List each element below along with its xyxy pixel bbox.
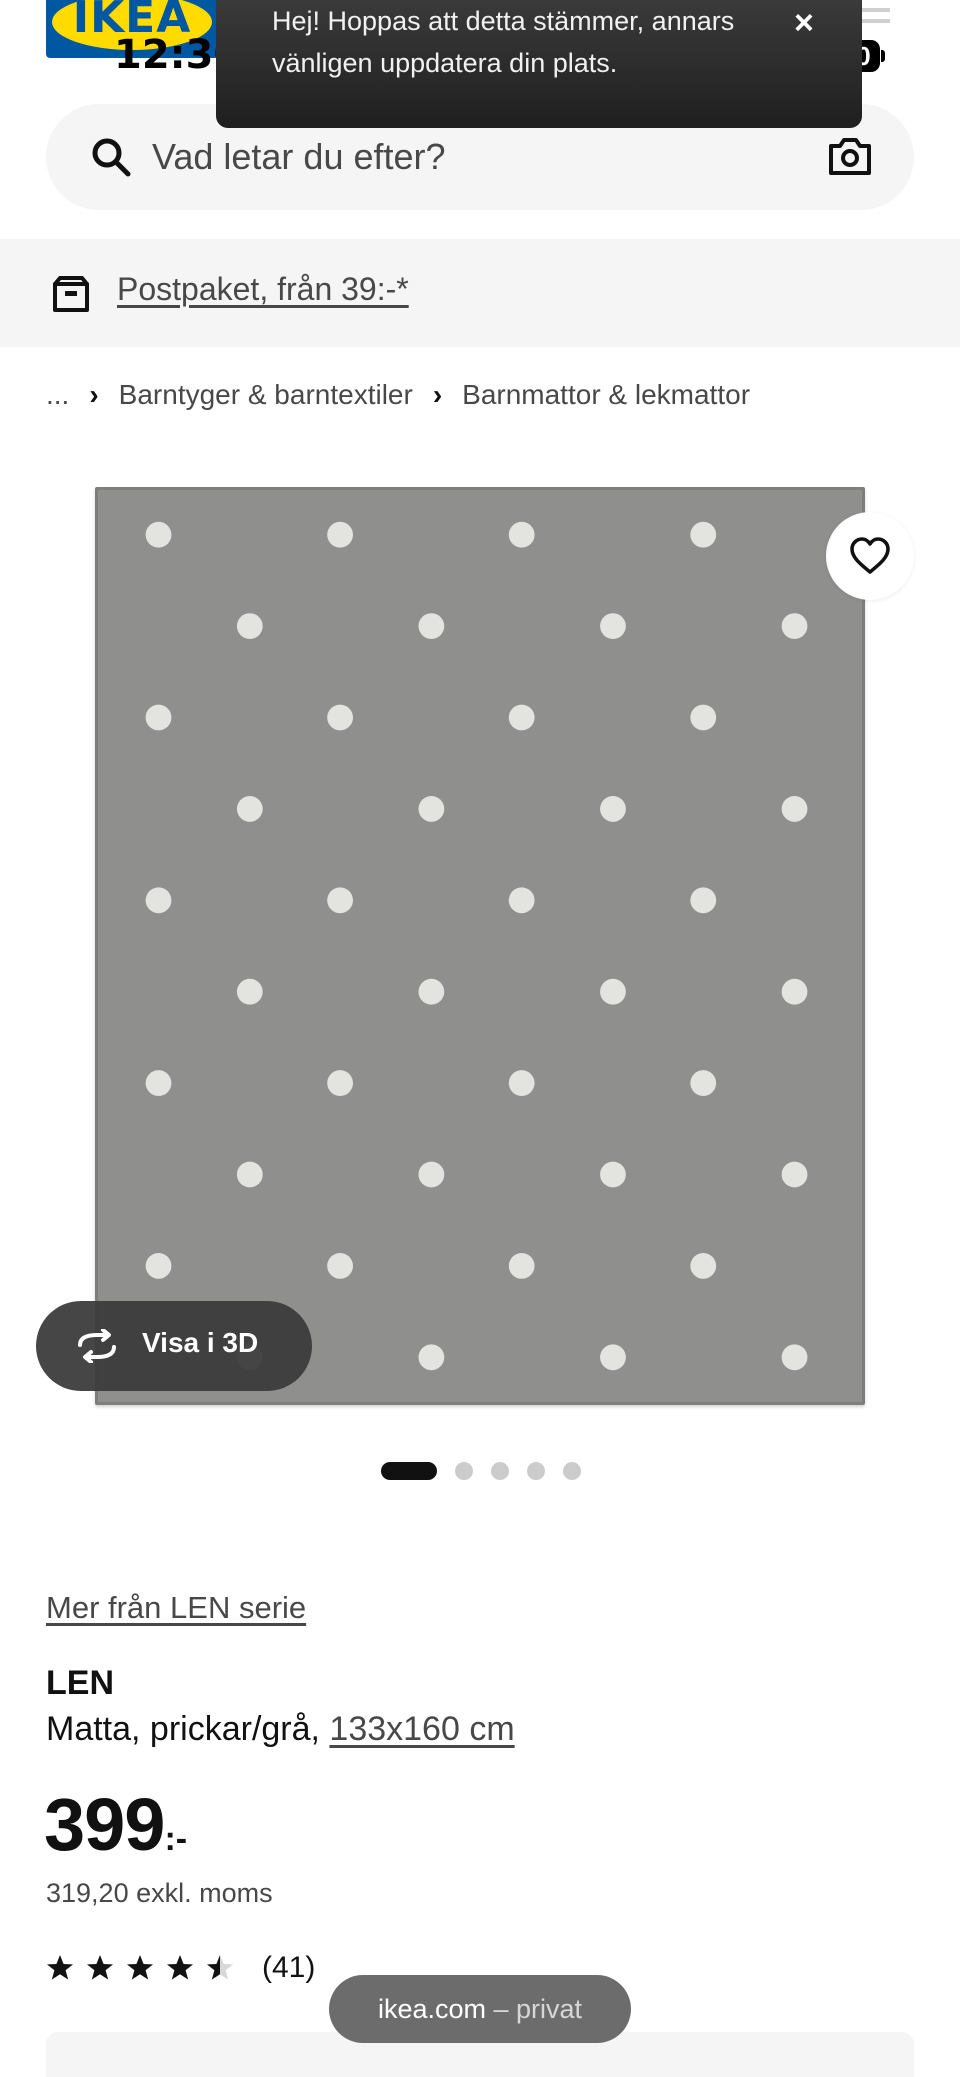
rug-dot [327,521,353,548]
rug-dot [418,978,445,1005]
price-ex-vat: 319,20 exkl. moms [46,1878,273,1908]
star-icon [167,1955,193,1980]
breadcrumb-ellipsis[interactable]: ... [46,379,69,411]
rug-dot [145,521,172,548]
rug-dot [418,1344,445,1371]
product-gallery[interactable]: Visa i 3D [0,470,960,1430]
heart-icon [850,537,890,574]
parcel-icon [53,276,89,312]
polka-dot-rug [98,490,862,1402]
rating[interactable]: (41) [46,1948,315,1988]
rug-dot [508,704,535,731]
review-count[interactable]: (41) [262,1951,315,1985]
favorite-button[interactable] [826,512,914,600]
rug-dot [327,1252,353,1279]
breadcrumb-item-barnmattor[interactable]: Barnmattor & lekmattor [462,379,750,411]
search-input[interactable] [152,128,752,186]
rug-dot [145,704,172,731]
product-type: Matta, prickar/grå, [46,1710,330,1748]
camera-icon[interactable] [828,136,872,176]
rug-dot [600,795,626,822]
rug-dot [508,887,535,914]
browser-url-pill[interactable]: ikea.com – privat [329,1975,631,2043]
shipping-link[interactable]: Postpaket, från 39:-* [117,271,409,308]
view-3d-label: Visa i 3D [142,1327,259,1358]
rug-dot [690,704,717,731]
rug-dot [508,521,535,548]
star-icon [47,1955,73,1980]
view-3d-button[interactable]: Visa i 3D [36,1301,312,1391]
rug-dot [690,1252,717,1279]
carousel-indicators[interactable] [381,1462,599,1480]
size-link[interactable]: 133x160 cm [329,1710,514,1748]
rug-dot [690,521,717,548]
rotate-3d-icon [78,1329,116,1363]
carousel-dot[interactable] [455,1462,473,1480]
rug-dot [508,1252,535,1279]
rug-dot [781,613,808,640]
carousel-dot[interactable] [527,1462,545,1480]
url-domain: ikea.com [377,1994,486,2024]
star-icon [87,1955,113,1980]
rug-dot [781,795,808,822]
search-icon [92,138,131,177]
breadcrumb: ... › Barntyger & barntextiler › Barnmat… [46,375,750,415]
rug-dot [781,1161,808,1188]
rug-dot [236,1161,263,1188]
menu-icon[interactable] [860,8,890,30]
chevron-right-icon: › [432,379,443,410]
price-integer: 399 [44,1783,165,1866]
rug-dot [327,704,353,731]
price-suffix: :- [164,1820,188,1858]
chevron-right-icon: › [89,379,99,410]
price: 399:- [44,1782,187,1867]
battery-tip [881,50,885,62]
location-toast: Hej! Hoppas att detta stämmer, annars vä… [216,0,862,128]
rug-dot [236,978,263,1005]
rug-dot [600,1161,626,1188]
rug-dot [690,887,717,914]
product-image [95,487,865,1405]
rug-dot [600,613,626,640]
rug-dot [781,978,808,1005]
rug-dot [418,1161,445,1188]
breadcrumb-item-barntyger[interactable]: Barntyger & barntextiler [119,379,413,411]
product-description: Matta, prickar/grå, 133x160 cm [46,1710,515,1749]
private-mode-label: – privat [486,1994,583,2024]
carousel-dot[interactable] [381,1462,437,1480]
rug-dot [508,1070,535,1097]
rug-dot [690,1070,717,1097]
close-icon[interactable]: × [794,4,814,43]
rug-dot [418,795,445,822]
rug-dot [600,1344,626,1371]
rug-dot [781,1344,808,1371]
rug-dot [418,613,445,640]
star-icon [127,1955,153,1980]
carousel-dot[interactable] [491,1462,509,1480]
rug-dot [145,1252,172,1279]
rug-dot [327,887,353,914]
rug-dot [145,1070,172,1097]
rug-dot [236,795,263,822]
rug-dot [236,613,263,640]
rug-dot [145,887,172,914]
product-name: LEN [46,1664,114,1702]
toast-message: Hej! Hoppas att detta stämmer, annars vä… [272,6,735,78]
rug-dot [327,1070,353,1097]
star-icon [207,1955,233,1980]
series-link[interactable]: Mer från LEN serie [46,1590,306,1626]
rug-dot [600,978,626,1005]
shipping-banner[interactable]: Postpaket, från 39:-* [0,239,960,347]
carousel-dot[interactable] [563,1462,581,1480]
